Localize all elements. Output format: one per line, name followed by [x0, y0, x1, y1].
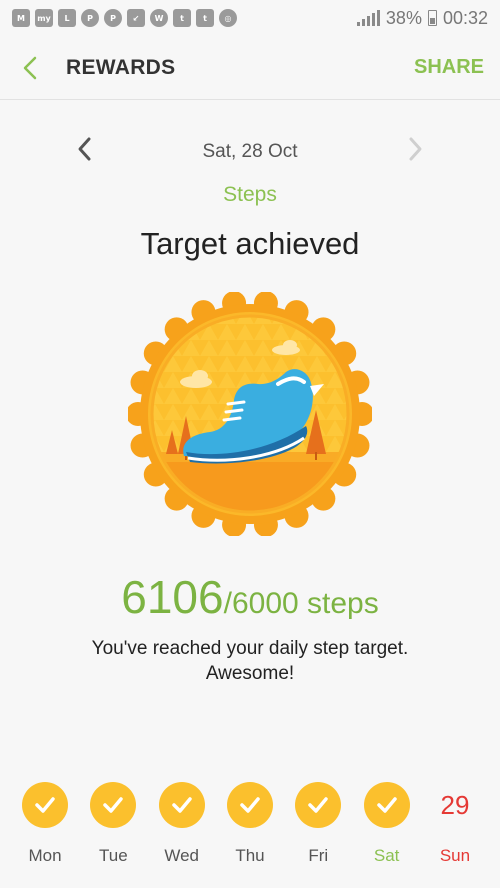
- day-fri[interactable]: Fri: [285, 782, 351, 872]
- back-button[interactable]: [0, 36, 60, 100]
- day-tue[interactable]: Tue: [80, 782, 146, 872]
- chevron-left-icon: [78, 137, 91, 161]
- signal-icon: [356, 10, 380, 26]
- day-thu[interactable]: Thu: [217, 782, 283, 872]
- pinterest-icon: P: [104, 9, 122, 27]
- check-badge-icon: [158, 782, 205, 828]
- check-badge-icon: [22, 782, 68, 828]
- day-label: Wed: [164, 846, 199, 865]
- battery-percent: 38%: [385, 7, 422, 28]
- date-navigator: Sat, 28 Oct: [0, 132, 500, 172]
- day-wed[interactable]: Wed: [149, 782, 215, 872]
- day-label: Sun: [439, 846, 471, 865]
- system-status: 38% 00:32: [356, 7, 488, 29]
- message-line: You've reached your daily step target.: [91, 638, 409, 659]
- day-label: Mon: [28, 846, 62, 865]
- day-sat[interactable]: Sat: [354, 782, 420, 872]
- share-button[interactable]: SHARE: [414, 56, 484, 79]
- clock: 00:32: [442, 7, 488, 28]
- chevron-right-icon: [409, 137, 422, 161]
- steps-current-value: 6106: [121, 571, 224, 623]
- battery-icon: [427, 10, 437, 26]
- steps-target-text: /6000 steps: [223, 587, 379, 620]
- reward-category: Steps: [223, 183, 277, 206]
- message-line: Awesome!: [205, 663, 295, 684]
- current-date: Sat, 28 Oct: [202, 141, 298, 162]
- day-mon[interactable]: Mon: [12, 782, 78, 872]
- back-arrow-icon: [23, 56, 37, 79]
- alarm-icon: ◎: [219, 9, 237, 27]
- twitter-icon: t: [196, 9, 214, 27]
- check-badge-icon: [363, 782, 410, 828]
- reward-badge: [128, 292, 372, 536]
- missed-call-icon: ↙: [127, 9, 145, 27]
- page-title: REWARDS: [66, 55, 176, 79]
- notification-icons: M my L P P ↙ W t t ◎: [12, 9, 237, 27]
- next-day-button[interactable]: [406, 134, 426, 172]
- status-bar: M my L P P ↙ W t t ◎ 38% 00:32: [0, 0, 500, 36]
- previous-day-button[interactable]: [74, 134, 94, 172]
- day-label: Thu: [235, 846, 265, 865]
- app-m-icon: M: [12, 9, 30, 27]
- day-sun[interactable]: 29 Sun: [422, 782, 488, 872]
- check-badge-icon: [295, 782, 342, 828]
- pinterest-icon: P: [81, 9, 99, 27]
- app-levis-icon: L: [58, 9, 76, 27]
- check-badge-icon: [90, 782, 137, 828]
- day-label: Sat: [373, 846, 400, 865]
- reward-headline: Target achieved: [140, 226, 360, 261]
- day-label: Fri: [308, 846, 329, 865]
- app-my-icon: my: [35, 9, 53, 27]
- twitter-icon: t: [173, 9, 191, 27]
- day-number: 29: [440, 789, 470, 820]
- day-label: Tue: [98, 846, 128, 865]
- steps-count: 6106/6000 steps: [0, 570, 500, 624]
- week-history: Mon Tue Wed Thu Fri Sat 29 Sun: [12, 782, 488, 872]
- check-badge-icon: [226, 782, 273, 828]
- reward-message: You've reached your daily step target. A…: [50, 636, 450, 686]
- whatsapp-icon: W: [150, 9, 168, 27]
- app-bar: REWARDS SHARE: [0, 36, 500, 100]
